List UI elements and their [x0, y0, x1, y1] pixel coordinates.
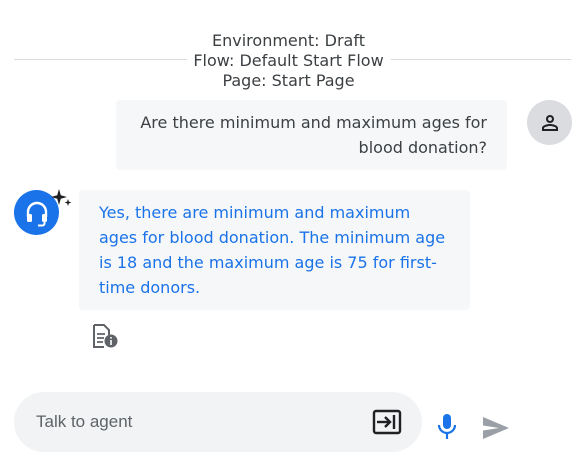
flow-label: Flow: Default Start Flow: [193, 51, 384, 70]
context-labels: Environment: Draft Flow: Default Start F…: [186, 31, 391, 91]
page-label: Page: Start Page: [222, 71, 355, 90]
mic-icon[interactable]: [435, 412, 459, 442]
user-message-text: Are there minimum and maximum ages for b…: [140, 113, 487, 157]
exit-icon[interactable]: [372, 409, 402, 435]
conversation-context-header: Environment: Draft Flow: Default Start F…: [0, 31, 577, 93]
send-icon[interactable]: [481, 414, 511, 442]
person-icon: [541, 114, 558, 131]
environment-label: Environment: Draft: [212, 31, 365, 50]
sparkle-icon: [51, 189, 72, 206]
document-info-icon[interactable]: [91, 323, 119, 349]
agent-message: Yes, there are minimum and maximum ages …: [79, 190, 470, 310]
talk-to-agent-input[interactable]: [36, 392, 366, 452]
agent-message-text: Yes, there are minimum and maximum ages …: [99, 203, 446, 297]
headset-icon: [26, 201, 47, 226]
message-composer: [14, 392, 422, 452]
user-message: Are there minimum and maximum ages for b…: [116, 100, 507, 170]
user-avatar: [527, 100, 572, 145]
